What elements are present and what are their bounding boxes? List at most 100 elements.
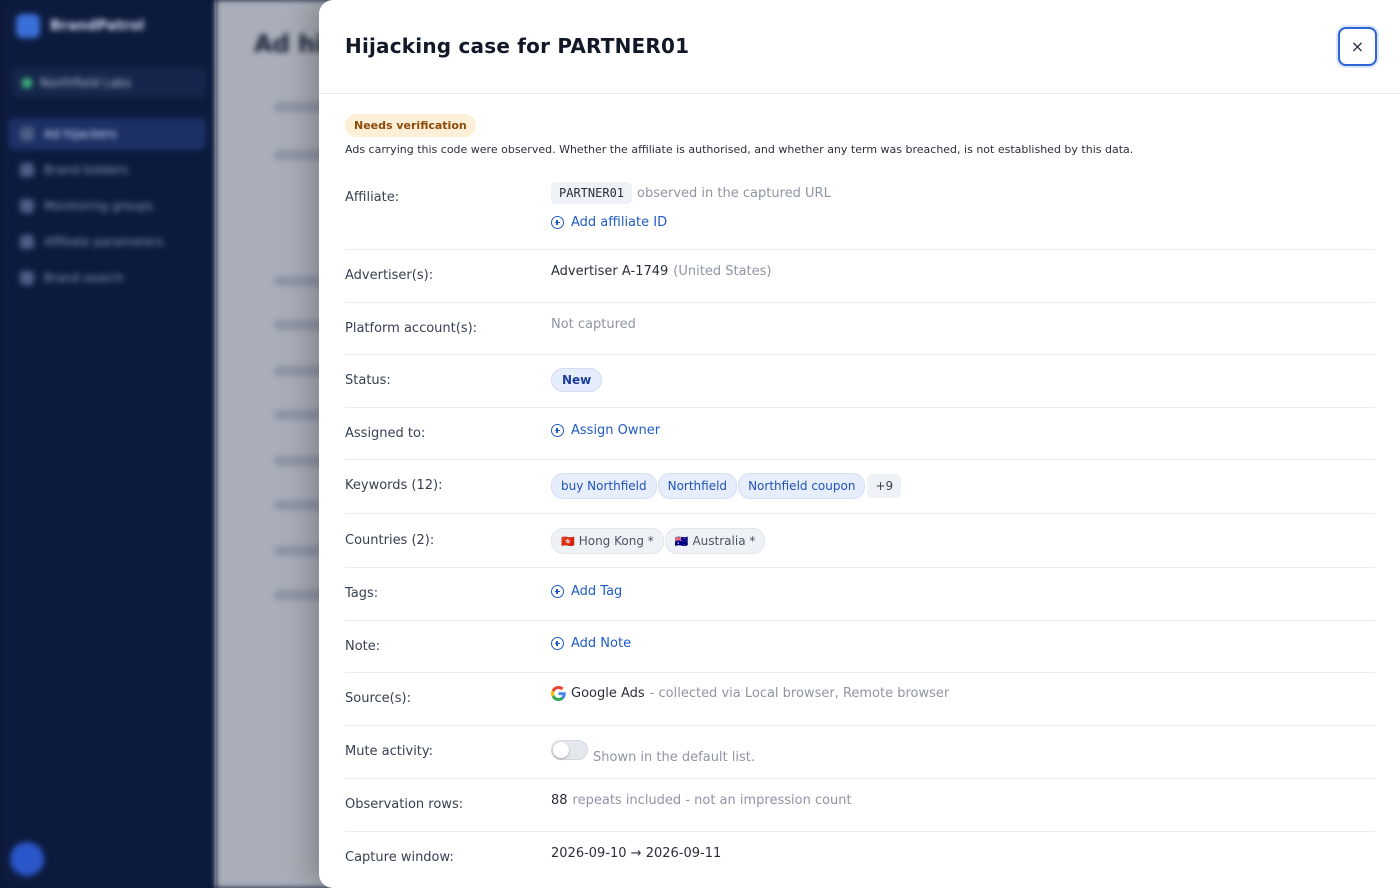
field-note: Note: Add Note (345, 621, 1375, 673)
verification-badge: Needs verification (345, 114, 476, 137)
status-badge[interactable]: New (551, 368, 603, 392)
sidebar: BrandPatrol Northfield Labs Ad hijackers… (0, 0, 216, 888)
affiliate-code: PARTNER01 (551, 182, 633, 204)
plus-circle-icon (551, 637, 564, 650)
sidebar-item-label: Brand search (44, 271, 124, 285)
workspace-name: Northfield Labs (40, 76, 132, 90)
add-affiliate-id-link[interactable]: Add affiliate ID (551, 215, 667, 230)
sidebar-item-ad-hijackers[interactable]: Ad hijackers (8, 118, 206, 150)
brand-name: BrandPatrol (50, 18, 145, 34)
close-button[interactable]: × (1338, 27, 1377, 66)
assign-owner-label: Assign Owner (571, 423, 661, 438)
sidebar-item-label: Brand bidders (44, 163, 129, 177)
field-observation-rows: Observation rows: 88 repeats included - … (345, 779, 1375, 832)
field-countries: Countries (2): 🇭🇰 Hong Kong * 🇦🇺 Australia… (345, 514, 1375, 568)
mute-activity-hint: Shown in the default list. (593, 750, 755, 765)
capture-window-value: 2026-09-10 → 2026-09-11 (551, 846, 721, 861)
keyword-chip[interactable]: Northfield coupon (738, 473, 866, 499)
case-detail-panel: Hijacking case for PARTNER01 × Needs ver… (319, 0, 1400, 888)
country-chip[interactable]: 🇭🇰 Hong Kong * (551, 528, 664, 554)
keywords-more-button[interactable]: +9 (867, 474, 902, 498)
field-label: Capture window: (345, 850, 454, 865)
field-label: Advertiser(s): (345, 268, 434, 283)
platform-accounts-text: Not captured (551, 317, 636, 332)
affiliate-value: PARTNER01 observed in the captured URL (551, 182, 831, 204)
sidebar-item-brand-bidders[interactable]: Brand bidders (8, 154, 206, 186)
field-mute-activity: Mute activity: Shown in the default list… (345, 726, 1375, 779)
panel-header: Hijacking case for PARTNER01 × (319, 0, 1400, 94)
toggle-knob (553, 742, 569, 758)
add-tag-label: Add Tag (571, 584, 623, 599)
field-label: Observation rows: (345, 797, 464, 812)
nav-icon (20, 271, 34, 285)
plus-circle-icon (551, 585, 564, 598)
keywords-value: buy Northfield Northfield Northfield cou… (551, 473, 902, 499)
assign-owner-link[interactable]: Assign Owner (551, 423, 660, 438)
flag-icon: 🇦🇺 (674, 535, 689, 548)
add-tag-link[interactable]: Add Tag (551, 584, 622, 599)
keyword-chip[interactable]: Northfield (657, 473, 738, 499)
case-fields: Affiliate: PARTNER01 observed in the cap… (345, 176, 1375, 888)
sidebar-item-label: Ad hijackers (44, 127, 117, 141)
field-label: Note: (345, 639, 381, 654)
verification-note: Ads carrying this code were observed. Wh… (345, 143, 1134, 156)
workspace-icon (22, 78, 32, 88)
country-chip[interactable]: 🇦🇺 Australia * (664, 528, 766, 554)
nav-icon (20, 235, 34, 249)
sidebar-item-affiliate-parameters[interactable]: Affiliate parameters (8, 226, 206, 258)
sidebar-nav: Ad hijackers Brand bidders Monitoring gr… (8, 118, 206, 298)
observation-count: 88 (551, 793, 568, 808)
google-icon (551, 686, 566, 701)
flag-icon: 🇭🇰 (561, 535, 575, 548)
field-label: Status: (345, 373, 391, 388)
field-label: Platform account(s): (345, 321, 478, 336)
sidebar-item-monitoring-groups[interactable]: Monitoring groups (8, 190, 206, 222)
country-name: Hong Kong * (578, 534, 654, 548)
country-name: Australia * (692, 534, 756, 548)
field-capture-window: Capture window: 2026-09-10 → 2026-09-11 (345, 832, 1375, 888)
sidebar-item-brand-search[interactable]: Brand search (8, 262, 206, 294)
platform-accounts-value: Not captured (551, 317, 636, 332)
field-sources: Source(s): Google Ads - collected via Lo… (345, 673, 1375, 726)
brand: BrandPatrol (16, 14, 144, 38)
brand-logo-icon (16, 14, 40, 38)
status-value: New (551, 368, 603, 392)
nav-icon (20, 163, 34, 177)
countries-value: 🇭🇰 Hong Kong * 🇦🇺 Australia * (551, 528, 766, 554)
advertiser-value: Advertiser A-1749 (United States) (551, 264, 771, 279)
source-name: Google Ads (571, 686, 645, 701)
nav-icon (20, 199, 34, 213)
field-status: Status: New (345, 355, 1375, 408)
field-label: Affiliate: (345, 190, 400, 205)
field-affiliate: Affiliate: PARTNER01 observed in the cap… (345, 176, 1375, 250)
field-advertisers: Advertiser(s): Advertiser A-1749 (United… (345, 250, 1375, 303)
mute-activity-toggle[interactable] (551, 740, 588, 760)
keyword-chip[interactable]: buy Northfield (551, 473, 657, 499)
field-label: Assigned to: (345, 426, 426, 441)
field-tags: Tags: Add Tag (345, 568, 1375, 621)
field-keywords: Keywords (12): buy Northfield Northfield… (345, 460, 1375, 514)
source-detail: - collected via Local browser, Remote br… (649, 686, 950, 701)
observation-rows-value: 88 repeats included - not an impression … (551, 793, 852, 808)
avatar[interactable] (10, 842, 44, 876)
workspace-switcher[interactable]: Northfield Labs (12, 68, 206, 98)
sidebar-item-label: Monitoring groups (44, 199, 154, 213)
plus-circle-icon (551, 424, 564, 437)
field-platform-accounts: Platform account(s): Not captured (345, 303, 1375, 355)
add-affiliate-id-label: Add affiliate ID (571, 215, 668, 230)
plus-circle-icon (551, 216, 564, 229)
capture-window-text: 2026-09-10 → 2026-09-11 (551, 846, 722, 861)
advertiser-name: Advertiser A-1749 (551, 264, 669, 279)
affiliate-code-note: observed in the captured URL (637, 185, 831, 201)
sources-value: Google Ads - collected via Local browser… (551, 686, 949, 701)
add-note-link[interactable]: Add Note (551, 636, 631, 651)
close-icon: × (1350, 37, 1365, 56)
add-note-label: Add Note (571, 636, 632, 651)
sidebar-item-label: Affiliate parameters (44, 235, 164, 249)
mute-activity-value: Shown in the default list. (551, 740, 755, 765)
field-assigned-to: Assigned to: Assign Owner (345, 408, 1375, 460)
advertiser-country: (United States) (673, 264, 772, 279)
field-label: Keywords (12): (345, 478, 443, 493)
field-label: Countries (2): (345, 533, 435, 548)
field-label: Source(s): (345, 691, 411, 706)
